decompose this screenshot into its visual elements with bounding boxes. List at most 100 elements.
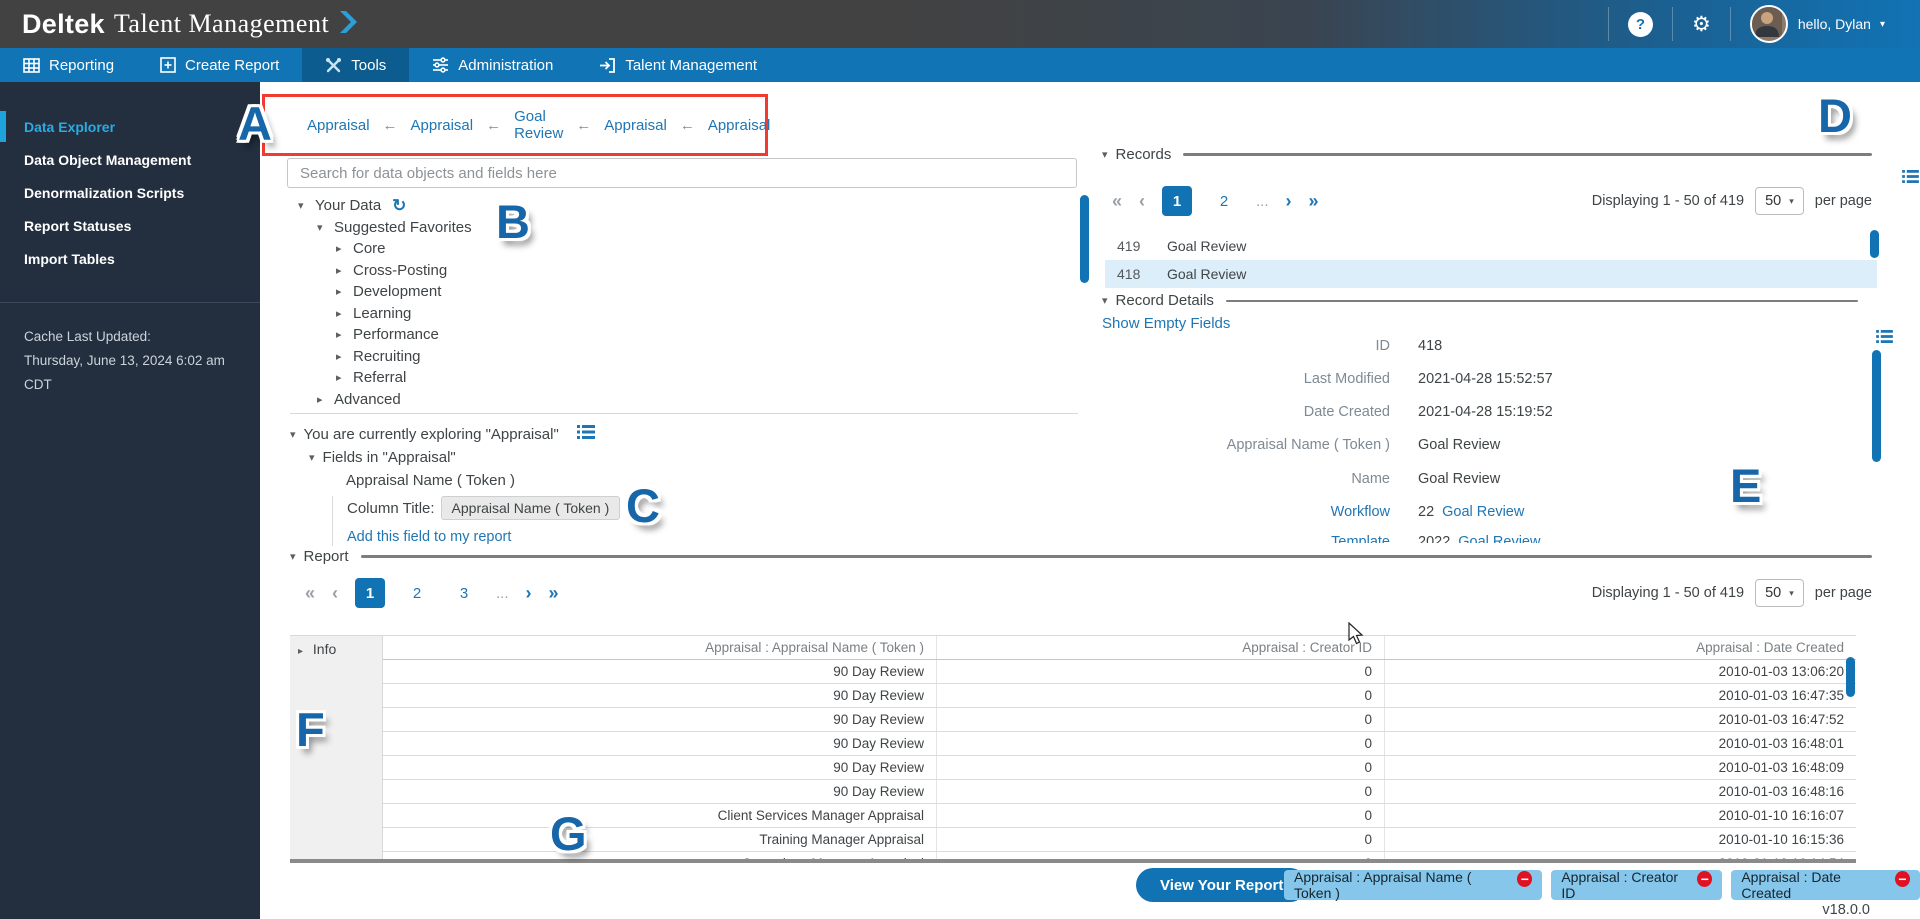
table-row[interactable]: 90 Day Review02010-01-03 16:47:52 (383, 708, 1856, 732)
caret-down-icon[interactable]: ▾ (290, 428, 296, 441)
user-menu[interactable]: hello, Dylan ▾ (1730, 7, 1904, 41)
table-row[interactable]: 90 Day Review02010-01-03 16:48:09 (383, 756, 1856, 780)
last-page-icon[interactable]: » (549, 583, 559, 604)
prev-page-icon[interactable]: ‹ (1139, 191, 1145, 212)
table-scrollbar[interactable] (1846, 657, 1855, 697)
caret-right-icon[interactable]: ▸ (336, 328, 353, 341)
caret-right-icon[interactable]: ▸ (336, 242, 353, 255)
record-details-scrollbar[interactable] (1872, 350, 1881, 462)
page-number[interactable]: 3 (449, 578, 479, 608)
column-header-creator-id[interactable]: Appraisal : Creator ID (937, 636, 1385, 659)
records-list-icon[interactable] (1902, 170, 1919, 188)
help-icon[interactable]: ? (1628, 12, 1653, 37)
tab-talent-management[interactable]: Talent Management (576, 48, 780, 82)
tree-item-core[interactable]: ▸ Core (290, 238, 1030, 260)
last-page-icon[interactable]: » (1309, 191, 1319, 212)
prev-page-icon[interactable]: ‹ (332, 583, 338, 604)
view-report-button[interactable]: View Your Report (1136, 868, 1307, 902)
record-details-list-icon[interactable] (1876, 330, 1893, 348)
sidebar-item-denormalization-scripts[interactable]: Denormalization Scripts (0, 176, 260, 209)
list-icon[interactable] (577, 425, 595, 443)
field-chip-appraisal-name[interactable]: Appraisal : Appraisal Name ( Token ) − (1284, 870, 1542, 900)
workflow-link[interactable]: Workflow (1102, 504, 1390, 520)
column-title-input[interactable]: Appraisal Name ( Token ) (441, 496, 621, 520)
page-number[interactable]: 1 (355, 578, 385, 608)
fields-in-header[interactable]: ▾ Fields in "Appraisal" (309, 449, 456, 466)
record-row-selected[interactable]: 418 Goal Review (1105, 260, 1877, 288)
breadcrumb-link[interactable]: Appraisal (411, 117, 474, 134)
remove-field-icon[interactable]: − (1697, 871, 1712, 887)
tab-reporting[interactable]: Reporting (0, 48, 137, 82)
caret-right-icon[interactable]: ▸ (298, 646, 303, 657)
page-number[interactable]: 1 (1162, 186, 1192, 216)
tab-tools[interactable]: Tools (302, 48, 409, 82)
caret-down-icon[interactable]: ▾ (309, 451, 315, 464)
caret-right-icon[interactable]: ▸ (336, 371, 353, 384)
tree-item-suggested-favorites[interactable]: ▾ Suggested Favorites (290, 217, 1030, 239)
record-row[interactable]: 419 Goal Review (1105, 232, 1877, 260)
tree-item-cross-posting[interactable]: ▸ Cross-Posting (290, 260, 1030, 282)
report-bottom-divider (290, 859, 1856, 863)
table-row[interactable]: 90 Day Review02010-01-03 13:06:20 (383, 660, 1856, 684)
chevron-down-icon[interactable]: ▾ (1880, 19, 1885, 30)
remove-field-icon[interactable]: − (1517, 871, 1532, 887)
caret-down-icon[interactable]: ▾ (298, 199, 315, 212)
field-chip-date-created[interactable]: Appraisal : Date Created − (1731, 870, 1920, 900)
detail-row: Name Goal Review (1102, 471, 1500, 487)
caret-down-icon[interactable]: ▾ (290, 550, 296, 563)
breadcrumb-link[interactable]: Appraisal (708, 117, 771, 134)
avatar[interactable] (1750, 5, 1788, 43)
next-page-icon[interactable]: › (1286, 191, 1292, 212)
page-number[interactable]: 2 (1209, 186, 1239, 216)
table-row[interactable]: Training Manager Appraisal02010-01-10 16… (383, 828, 1856, 852)
records-scrollbar[interactable] (1870, 230, 1879, 258)
breadcrumb-link[interactable]: Appraisal (307, 117, 370, 134)
remove-field-icon[interactable]: − (1895, 871, 1910, 887)
tree-item-your-data[interactable]: ▾ Your Data ↻ (290, 195, 1030, 217)
tree-item-referral[interactable]: ▸ Referral (290, 367, 1030, 389)
table-row[interactable]: 90 Day Review02010-01-03 16:47:35 (383, 684, 1856, 708)
caret-right-icon[interactable]: ▸ (336, 307, 353, 320)
tree-item-development[interactable]: ▸ Development (290, 281, 1030, 303)
first-page-icon[interactable]: « (1112, 191, 1122, 212)
sidebar-item-data-explorer[interactable]: Data Explorer (0, 110, 260, 143)
tab-create-report[interactable]: Create Report (137, 48, 302, 82)
column-header-appraisal-name[interactable]: Appraisal : Appraisal Name ( Token ) (383, 636, 937, 659)
per-page-select[interactable]: 50 ▾ (1755, 187, 1804, 215)
explorer-scrollbar[interactable] (1080, 195, 1089, 283)
table-row[interactable]: Client Services Manager Appraisal02010-0… (383, 804, 1856, 828)
tree-item-learning[interactable]: ▸ Learning (290, 303, 1030, 325)
sidebar-item-report-statuses[interactable]: Report Statuses (0, 209, 260, 242)
settings-gear-icon[interactable]: ⚙ (1692, 14, 1711, 35)
field-name-item[interactable]: Appraisal Name ( Token ) (346, 472, 515, 489)
caret-right-icon[interactable]: ▸ (336, 350, 353, 363)
sidebar-item-import-tables[interactable]: Import Tables (0, 242, 260, 275)
next-page-icon[interactable]: › (526, 583, 532, 604)
workflow-value-link[interactable]: Goal Review (1442, 504, 1524, 520)
breadcrumb-link[interactable]: Goal Review (514, 108, 563, 142)
caret-right-icon[interactable]: ▸ (336, 285, 353, 298)
caret-down-icon[interactable]: ▾ (317, 221, 334, 234)
tree-item-performance[interactable]: ▸ Performance (290, 324, 1030, 346)
caret-right-icon[interactable]: ▸ (317, 393, 334, 406)
first-page-icon[interactable]: « (305, 583, 315, 604)
page-number[interactable]: 2 (402, 578, 432, 608)
tree-item-recruiting[interactable]: ▸ Recruiting (290, 346, 1030, 368)
tab-administration[interactable]: Administration (409, 48, 576, 82)
caret-down-icon[interactable]: ▾ (1102, 294, 1108, 307)
field-chip-creator-id[interactable]: Appraisal : Creator ID − (1551, 870, 1722, 900)
per-page-select[interactable]: 50 ▾ (1755, 579, 1804, 607)
add-field-link[interactable]: Add this field to my report (347, 529, 511, 545)
caret-right-icon[interactable]: ▸ (336, 264, 353, 277)
column-header-date-created[interactable]: Appraisal : Date Created (1385, 636, 1856, 659)
breadcrumb-link[interactable]: Appraisal (604, 117, 667, 134)
refresh-icon[interactable]: ↻ (392, 196, 406, 216)
table-row[interactable]: 90 Day Review02010-01-03 16:48:16 (383, 780, 1856, 804)
sidebar-item-data-object-management[interactable]: Data Object Management (0, 143, 260, 176)
search-input[interactable] (287, 158, 1077, 188)
table-row[interactable]: 90 Day Review02010-01-03 16:48:01 (383, 732, 1856, 756)
caret-down-icon[interactable]: ▾ (1102, 148, 1108, 161)
tree-item-advanced[interactable]: ▸ Advanced (290, 389, 1030, 411)
show-empty-fields-link[interactable]: Show Empty Fields (1102, 315, 1230, 332)
greeting-label[interactable]: hello, Dylan (1798, 16, 1871, 32)
